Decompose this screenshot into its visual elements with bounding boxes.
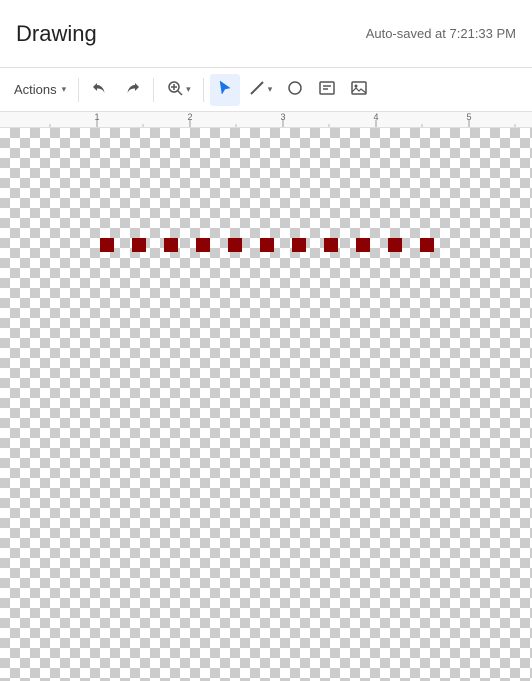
zoom-button[interactable]: ▾: [160, 74, 197, 106]
toolbar-divider-2: [153, 78, 154, 102]
actions-dropdown-arrow: ▾: [62, 84, 67, 95]
image-icon: [350, 79, 368, 101]
svg-text:4: 4: [373, 112, 378, 122]
autosave-status: Auto-saved at 7:21:33 PM: [366, 26, 516, 41]
drawing-content: [0, 238, 532, 252]
line-tool-button[interactable]: ▾: [242, 74, 279, 106]
undo-icon: [91, 79, 109, 101]
zoom-icon: [166, 79, 184, 101]
document-title: Drawing: [16, 21, 97, 47]
svg-text:2: 2: [187, 112, 192, 122]
toolbar: Actions ▾ ▾ ▾: [0, 68, 532, 112]
red-square-10: [388, 238, 402, 252]
select-icon: [216, 79, 234, 101]
select-tool-button[interactable]: [210, 74, 240, 106]
toolbar-divider-1: [78, 78, 79, 102]
red-square-11: [420, 238, 434, 252]
svg-text:5: 5: [466, 112, 471, 122]
red-square-2: [132, 238, 146, 252]
undo-button[interactable]: [85, 74, 115, 106]
red-square-8: [324, 238, 338, 252]
redo-icon: [123, 79, 141, 101]
canvas-background: [0, 128, 532, 681]
shape-tool-button[interactable]: [280, 74, 310, 106]
svg-text:1: 1: [94, 112, 99, 122]
actions-label: Actions: [14, 82, 57, 97]
red-square-4: [196, 238, 210, 252]
image-tool-button[interactable]: [344, 74, 374, 106]
redo-button[interactable]: [117, 74, 147, 106]
line-icon: [248, 79, 266, 101]
title-bar: Drawing Auto-saved at 7:21:33 PM: [0, 0, 532, 68]
ruler: 1 2 3 4 5: [0, 112, 532, 128]
text-icon: [318, 79, 336, 101]
red-square-9: [356, 238, 370, 252]
red-square-3: [164, 238, 178, 252]
actions-menu-button[interactable]: Actions ▾: [8, 74, 72, 106]
line-dropdown-arrow: ▾: [268, 84, 273, 95]
red-square-5: [228, 238, 242, 252]
red-square-1: [100, 238, 114, 252]
shape-icon: [286, 79, 304, 101]
text-tool-button[interactable]: [312, 74, 342, 106]
svg-text:3: 3: [280, 112, 285, 122]
red-square-6: [260, 238, 274, 252]
canvas-area[interactable]: [0, 128, 532, 681]
red-square-7: [292, 238, 306, 252]
zoom-dropdown-arrow: ▾: [186, 84, 191, 95]
toolbar-divider-3: [203, 78, 204, 102]
